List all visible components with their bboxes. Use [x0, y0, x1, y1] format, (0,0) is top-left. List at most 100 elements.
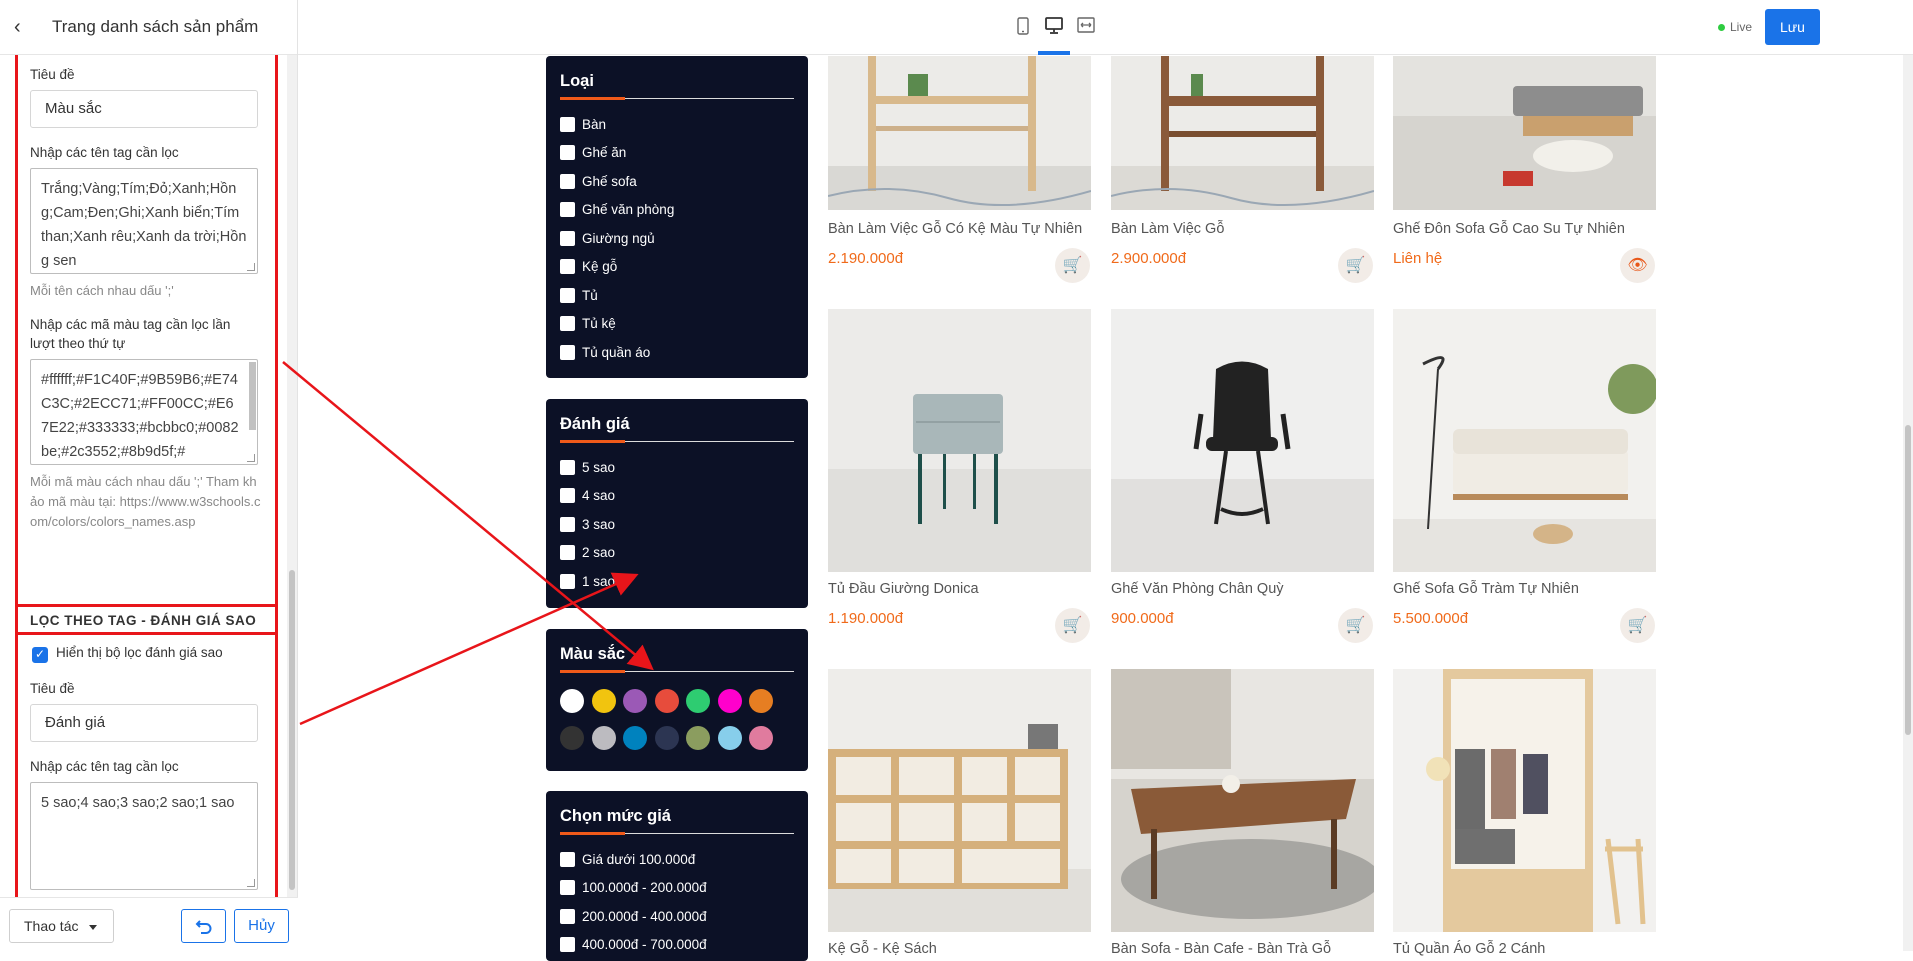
- color-codes-textarea[interactable]: #ffffff;#F1C40F;#9B59B6;#E74C3C;#2ECC71;…: [30, 359, 258, 465]
- checkbox[interactable]: [560, 288, 575, 303]
- color-swatch[interactable]: [717, 726, 742, 750]
- checkbox[interactable]: [560, 231, 575, 246]
- color-swatch[interactable]: [623, 726, 647, 750]
- type-option[interactable]: Giường ngủ: [560, 231, 655, 246]
- checkbox[interactable]: [560, 574, 575, 589]
- back-arrow-icon[interactable]: ‹: [14, 16, 38, 39]
- color-swatch[interactable]: [623, 689, 647, 713]
- add-to-cart-button[interactable]: 🛒: [1055, 608, 1090, 643]
- product-image[interactable]: [1393, 56, 1656, 210]
- color-title-input[interactable]: Màu sắc: [30, 90, 258, 128]
- resize-grip-icon[interactable]: [247, 263, 255, 271]
- add-to-cart-button[interactable]: 🛒: [1338, 608, 1373, 643]
- color-swatch[interactable]: [560, 689, 584, 713]
- checkbox[interactable]: [560, 174, 575, 189]
- preview-scroll-thumb[interactable]: [1905, 425, 1911, 735]
- product-name[interactable]: Tủ Đầu Giường Donica: [828, 581, 979, 597]
- color-swatch[interactable]: [717, 689, 742, 713]
- resize-grip-icon[interactable]: [247, 879, 255, 887]
- product-name[interactable]: Bàn Làm Việc Gỗ Có Kệ Màu Tự Nhiên: [828, 221, 1082, 237]
- product-image[interactable]: [1111, 56, 1374, 210]
- textarea-scrollbar[interactable]: [249, 362, 256, 430]
- color-swatch[interactable]: [686, 726, 710, 750]
- checkbox[interactable]: [560, 117, 575, 132]
- show-rating-checkbox[interactable]: ✓: [32, 647, 48, 663]
- type-option[interactable]: Kệ gỗ: [560, 259, 617, 274]
- color-swatch[interactable]: [749, 689, 773, 713]
- sidebar-scroll-thumb[interactable]: [289, 570, 295, 890]
- price-option[interactable]: 200.000đ - 400.000đ: [560, 909, 707, 924]
- product-image[interactable]: [1111, 669, 1374, 932]
- quick-view-button[interactable]: 👁: [1620, 248, 1655, 283]
- type-option[interactable]: Bàn: [560, 117, 606, 132]
- actions-dropdown-button[interactable]: Thao tác: [9, 909, 114, 943]
- product-image[interactable]: [1393, 669, 1656, 932]
- rating-option[interactable]: 1 sao: [560, 574, 615, 589]
- product-name[interactable]: Bàn Làm Việc Gỗ: [1111, 221, 1224, 237]
- preview-scrollbar[interactable]: [1903, 55, 1913, 951]
- sidebar-footer: Thao tác Hủy: [0, 897, 298, 951]
- product-name[interactable]: Tủ Quần Áo Gỗ 2 Cánh: [1393, 941, 1545, 957]
- product-name[interactable]: Ghế Sofa Gỗ Tràm Tự Nhiên: [1393, 581, 1579, 597]
- product-name[interactable]: Bàn Sofa - Bàn Cafe - Bàn Trà Gỗ: [1111, 941, 1331, 957]
- type-option[interactable]: Ghế văn phòng: [560, 202, 674, 217]
- checkbox[interactable]: [560, 517, 575, 532]
- checkbox[interactable]: [560, 488, 575, 503]
- color-swatch[interactable]: [654, 689, 679, 713]
- checkbox[interactable]: [560, 545, 575, 560]
- checkbox[interactable]: [560, 852, 575, 867]
- checkbox[interactable]: [560, 259, 575, 274]
- product-name[interactable]: Ghế Văn Phòng Chân Quỳ: [1111, 581, 1284, 597]
- product-name[interactable]: Kệ Gỗ - Kệ Sách: [828, 941, 937, 957]
- type-option[interactable]: Tủ kệ: [560, 316, 616, 331]
- product-image[interactable]: [1393, 309, 1656, 572]
- color-swatch[interactable]: [686, 689, 710, 713]
- rating-option[interactable]: 2 sao: [560, 545, 615, 560]
- add-to-cart-button[interactable]: 🛒: [1620, 608, 1655, 643]
- rating-title-input[interactable]: Đánh giá: [30, 704, 258, 742]
- product-image[interactable]: [828, 669, 1091, 932]
- settings-sidebar: ‹ Trang danh sách sản phẩm Tiêu đề Màu s…: [0, 0, 298, 951]
- type-option[interactable]: Tủ: [560, 288, 598, 303]
- rating-option[interactable]: 4 sao: [560, 488, 615, 503]
- rating-option[interactable]: 3 sao: [560, 517, 615, 532]
- price-option[interactable]: 400.000đ - 700.000đ: [560, 937, 707, 952]
- product-image[interactable]: [828, 56, 1091, 210]
- checkbox[interactable]: [560, 909, 575, 924]
- cancel-button[interactable]: Hủy: [234, 909, 289, 943]
- type-option[interactable]: Ghế ăn: [560, 145, 626, 160]
- color-swatch[interactable]: [654, 726, 679, 750]
- sidebar-scrollbar[interactable]: [287, 55, 297, 897]
- type-option[interactable]: Ghế sofa: [560, 174, 637, 189]
- basket-icon: 🛒: [1345, 617, 1366, 634]
- type-option[interactable]: Tủ quần áo: [560, 345, 650, 360]
- color-swatch[interactable]: [591, 726, 616, 750]
- live-status: Live: [1718, 20, 1752, 34]
- checkbox[interactable]: [560, 202, 575, 217]
- price-option[interactable]: 100.000đ - 200.000đ: [560, 880, 707, 895]
- price-option[interactable]: Giá dưới 100.000đ: [560, 852, 695, 867]
- checkbox[interactable]: [560, 145, 575, 160]
- add-to-cart-button[interactable]: 🛒: [1055, 248, 1090, 283]
- undo-button[interactable]: [181, 909, 226, 943]
- fullwidth-view-icon[interactable]: [1075, 17, 1097, 39]
- product-name[interactable]: Ghế Đôn Sofa Gỗ Cao Su Tự Nhiên: [1393, 221, 1625, 237]
- rating-option[interactable]: 5 sao: [560, 460, 615, 475]
- product-image[interactable]: [1111, 309, 1374, 572]
- color-tags-textarea[interactable]: Trắng;Vàng;Tím;Đỏ;Xanh;Hồng;Cam;Đen;Ghi;…: [30, 168, 258, 274]
- product-image[interactable]: [828, 309, 1091, 572]
- checkbox[interactable]: [560, 880, 575, 895]
- checkbox[interactable]: [560, 460, 575, 475]
- mobile-view-icon[interactable]: [1012, 17, 1034, 39]
- color-swatch[interactable]: [749, 726, 773, 750]
- color-swatch[interactable]: [591, 689, 616, 713]
- checkbox[interactable]: [560, 937, 575, 952]
- color-swatch[interactable]: [560, 726, 584, 750]
- rating-tags-textarea[interactable]: 5 sao;4 sao;3 sao;2 sao;1 sao: [30, 782, 258, 890]
- add-to-cart-button[interactable]: 🛒: [1338, 248, 1373, 283]
- checkbox[interactable]: [560, 316, 575, 331]
- checkbox[interactable]: [560, 345, 575, 360]
- save-button[interactable]: Lưu: [1765, 9, 1820, 45]
- desktop-view-icon[interactable]: [1043, 17, 1065, 39]
- resize-grip-icon[interactable]: [247, 454, 255, 462]
